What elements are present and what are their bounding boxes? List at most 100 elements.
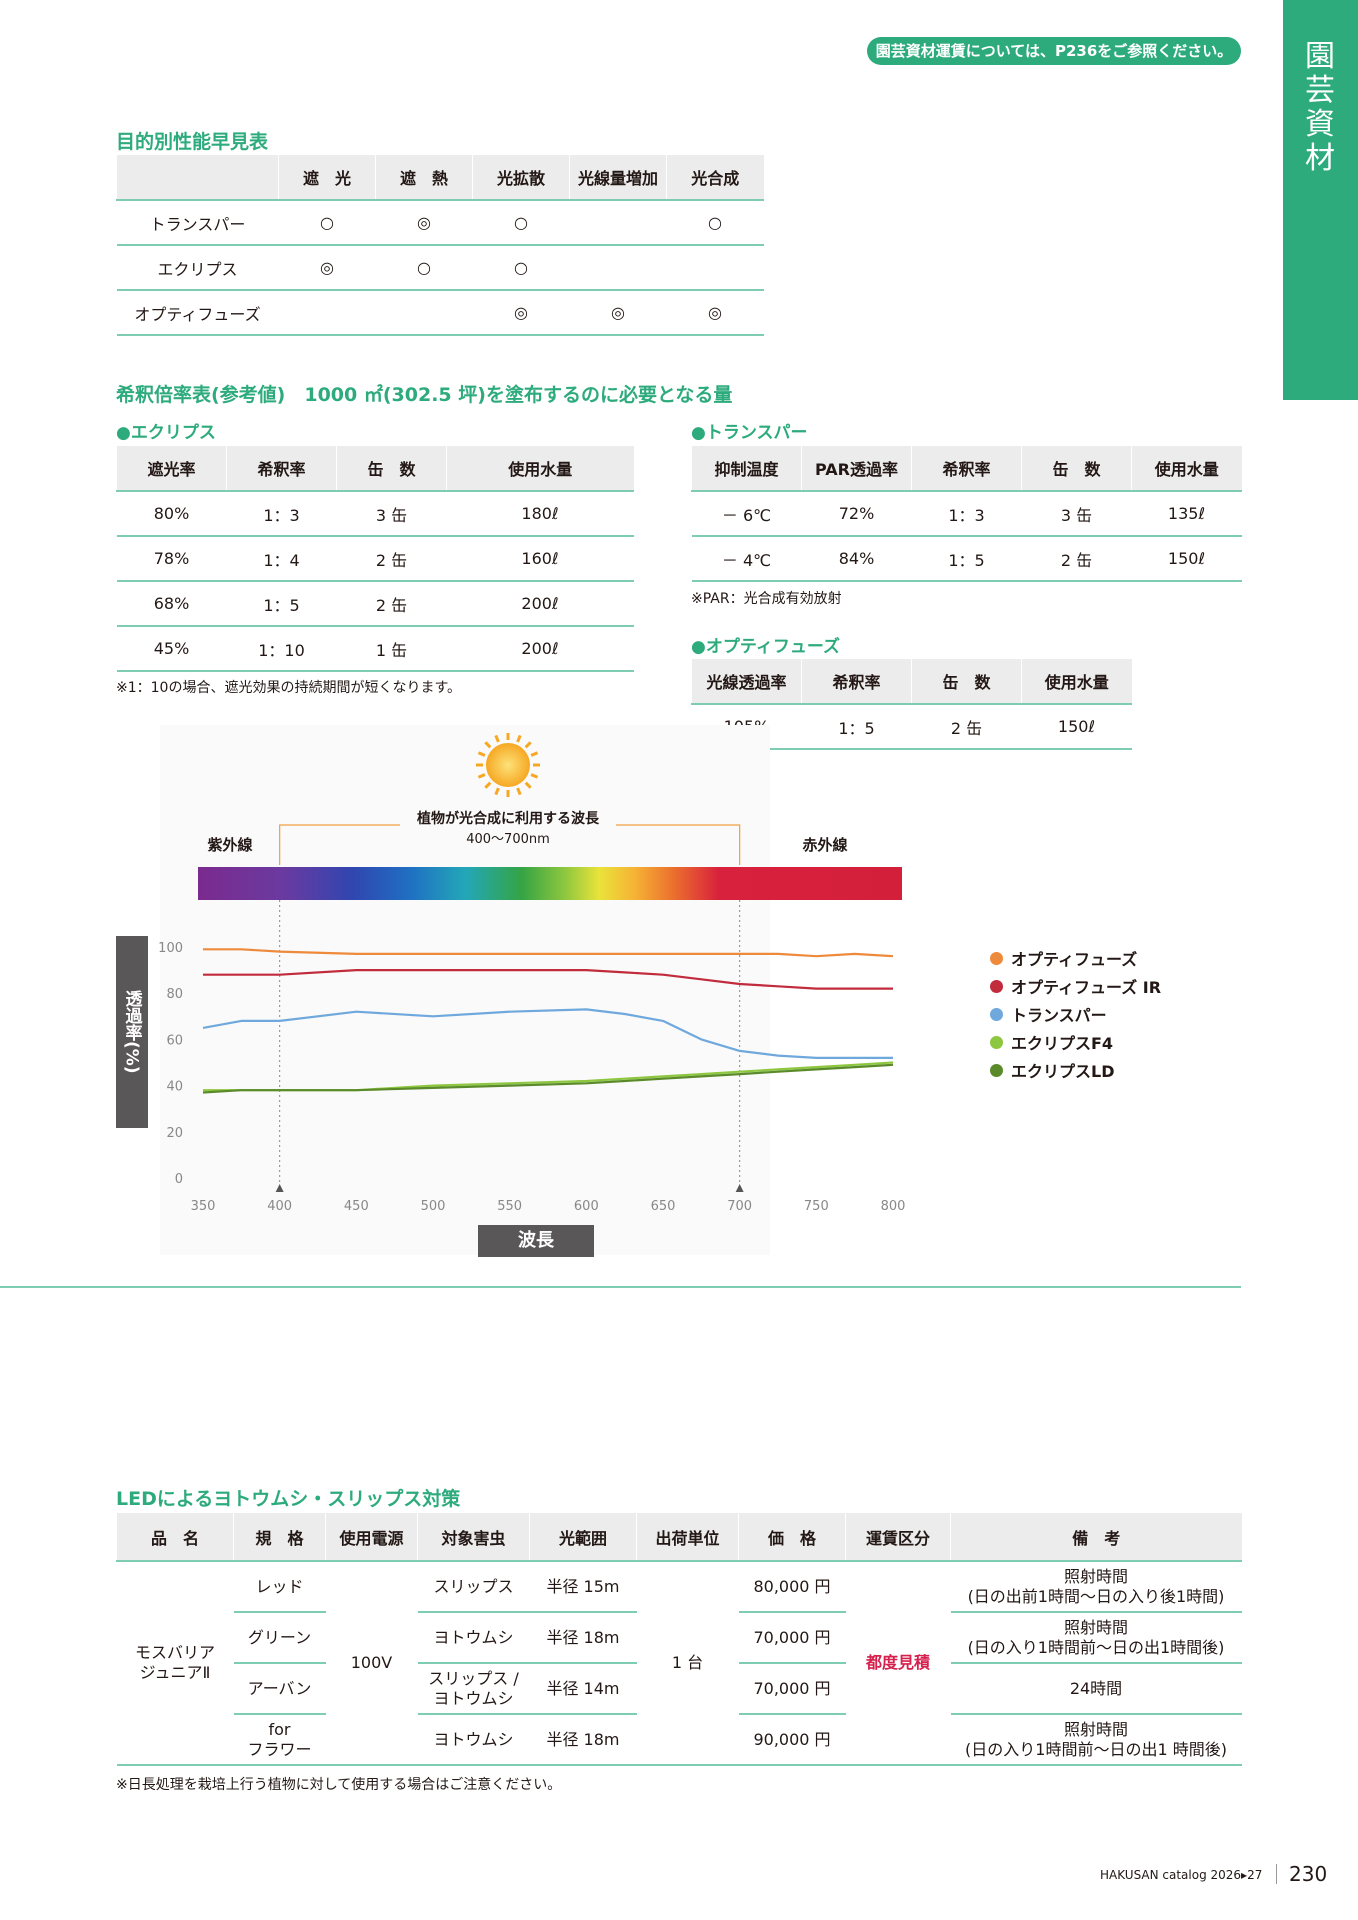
x-tick-label: 500 (421, 1199, 446, 1214)
table-row: エクリプス ◎ ○ ○ (116, 245, 764, 291)
perf-header: 遮 熱 (375, 155, 473, 201)
perf-header-blank (116, 155, 279, 201)
table-cell: 3 缶 (1021, 491, 1132, 537)
spec-cell: for フラワー (233, 1714, 326, 1766)
remark-line: (日の入り1時間前〜日の出1時間後) (967, 1637, 1225, 1657)
table-cell: 1 缶 (336, 626, 447, 672)
spec-cell: グリーン (233, 1612, 326, 1664)
table-cell: 68% (116, 581, 227, 627)
perf-header: 光線量増加 (569, 155, 667, 201)
legend-dot (990, 1035, 1003, 1049)
perf-cell (569, 200, 667, 246)
remark-cell: 照射時間 (日の入り1時間前〜日の出1 時間後) (950, 1714, 1242, 1766)
led-table: 品 名 規 格 使用電源 対象害虫 光範囲 出荷単位 価 格 運賃区分 備 考 … (116, 1513, 1242, 1766)
led-header: 対象害虫 (417, 1513, 530, 1562)
table-cell: 135ℓ (1131, 491, 1242, 537)
freight-notice: 園芸資材運賃については、P236をご参照ください。 (867, 37, 1241, 65)
led-note: ※日長処理を栽培上行う植物に対して使用する場合はご注意ください。 (116, 1777, 562, 1793)
optifuse-header: 希釈率 (801, 659, 912, 705)
range-cell: 半径 15m (529, 1561, 637, 1613)
footer-divider (1276, 1864, 1277, 1884)
transpar-header: PAR透過率 (801, 446, 912, 492)
legend-label: オプティフューズ (1011, 950, 1138, 969)
range-cell: 半径 18m (529, 1714, 637, 1766)
remark-line: (日の出前1時間〜日の入り後1時間) (967, 1586, 1225, 1606)
perf-cell: ○ (472, 200, 570, 246)
y-axis-label-text: 透過率(%) (121, 990, 142, 1074)
perf-cell: ○ (375, 245, 473, 291)
table-cell: 1：3 (911, 491, 1022, 537)
legend-item: エクリプスF4 (990, 1028, 1161, 1056)
table-row: 45% 1：10 1 缶 200ℓ (116, 626, 634, 672)
perf-table: 遮 光 遮 熱 光拡散 光線量増加 光合成 トランスパー ○ ◎ ○ ○ エクリ… (116, 155, 764, 336)
pest-cell: スリップス (417, 1561, 530, 1613)
led-header: 光範囲 (529, 1513, 637, 1562)
ir-label: 赤外線 (802, 836, 847, 854)
eclipse-title: ●エクリプス (116, 423, 216, 443)
table-cell: 200ℓ (446, 581, 634, 627)
perf-cell: ◎ (278, 245, 376, 291)
transpar-header: 缶 数 (1021, 446, 1132, 492)
legend-label: オプティフューズ IR (1011, 978, 1162, 997)
perf-header: 遮 光 (278, 155, 376, 201)
eclipse-header: 希釈率 (226, 446, 337, 492)
led-header: 運賃区分 (845, 1513, 951, 1562)
page-number: 230 (1289, 1862, 1328, 1886)
table-row: － 4℃ 84% 1：5 2 缶 150ℓ (691, 536, 1242, 582)
led-header: 品 名 (116, 1513, 234, 1562)
band-title: 植物が光合成に利用する波長 (416, 810, 600, 827)
y-tick-label: 100 (158, 941, 183, 956)
transpar-header: 希釈率 (911, 446, 1022, 492)
table-cell: 150ℓ (1131, 536, 1242, 582)
eclipse-header: 缶 数 (336, 446, 447, 492)
legend-dot (990, 951, 1003, 965)
catalog-footer: HAKUSAN catalog 2026▸27 (1100, 1868, 1263, 1882)
table-cell: 1：4 (226, 536, 337, 582)
table-cell: 45% (116, 626, 227, 672)
freight-cell: 都度見積 (845, 1561, 951, 1766)
perf-row-name: エクリプス (116, 245, 279, 291)
legend-item: オプティフューズ IR (990, 972, 1161, 1000)
table-cell: 1：5 (226, 581, 337, 627)
table-row: オプティフューズ ◎ ◎ ◎ (116, 290, 764, 336)
table-row: － 6℃ 72% 1：3 3 缶 135ℓ (691, 491, 1242, 537)
table-row: 80% 1：3 3 缶 180ℓ (116, 491, 634, 537)
table-cell: 2 缶 (336, 581, 447, 627)
section-divider (0, 1286, 1241, 1288)
perf-cell: ○ (472, 245, 570, 291)
legend-label: エクリプスF4 (1011, 1034, 1114, 1053)
perf-cell: ◎ (666, 290, 764, 336)
price-cell: 80,000 円 (738, 1561, 846, 1613)
x-tick-label: 750 (804, 1199, 829, 1214)
perf-cell: ○ (278, 200, 376, 246)
perf-cell: ◎ (375, 200, 473, 246)
legend-item: トランスパー (990, 1000, 1161, 1028)
y-tick-label: 20 (166, 1126, 183, 1141)
legend-label: トランスパー (1011, 1006, 1107, 1025)
legend-label: エクリプスLD (1011, 1062, 1115, 1081)
table-row: モスバリア ジュニアⅡ レッド 100V スリップス 半径 15m 1 台 80… (116, 1561, 1242, 1766)
x-tick-label: 800 (881, 1199, 906, 1214)
dilution-title: 希釈倍率表(参考値) 1000 ㎡(302.5 坪)を塗布するのに必要となる量 (116, 384, 733, 406)
x-tick-label: 650 (651, 1199, 676, 1214)
transpar-header: 使用水量 (1131, 446, 1242, 492)
table-row: 68% 1：5 2 缶 200ℓ (116, 581, 634, 627)
spec-cell: レッド (233, 1561, 326, 1613)
y-tick-label: 60 (166, 1033, 183, 1048)
perf-row-name: オプティフューズ (116, 290, 279, 336)
x-tick-label: 700 (727, 1199, 752, 1214)
x-tick-label: 400 (267, 1199, 292, 1214)
y-tick-label: 80 (166, 987, 183, 1002)
legend-item: エクリプスLD (990, 1056, 1161, 1084)
y-axis-label: 透過率(%) (116, 936, 148, 1128)
unit-cell: 1 台 (636, 1561, 739, 1766)
table-row: トランスパー ○ ◎ ○ ○ (116, 200, 764, 246)
led-title: LEDによるヨトウムシ・スリップス対策 (116, 1488, 461, 1510)
table-cell: 78% (116, 536, 227, 582)
x-tick-label: 600 (574, 1199, 599, 1214)
remark-cell: 照射時間 (日の入り1時間前〜日の出1時間後) (950, 1612, 1242, 1664)
led-header: 価 格 (738, 1513, 846, 1562)
chart-legend: オプティフューズ オプティフューズ IR トランスパー エクリプスF4 エクリプ… (990, 944, 1161, 1084)
optifuse-title: ●オプティフューズ (691, 637, 840, 657)
spectrum-bar (198, 867, 902, 900)
